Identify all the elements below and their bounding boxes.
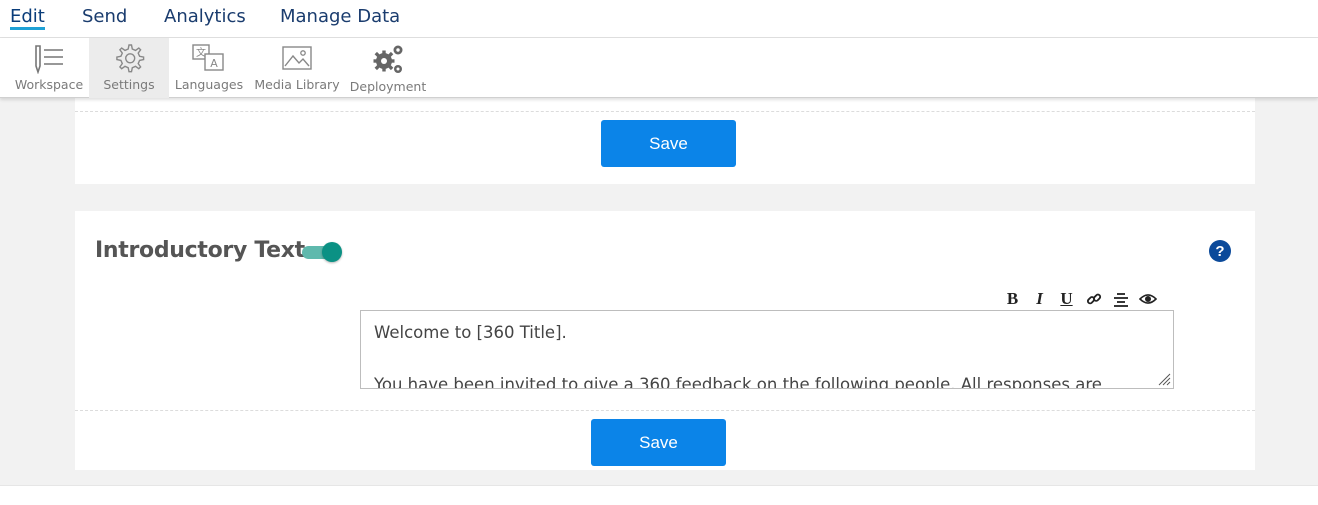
toolbar-media-library[interactable]: Media Library [254, 38, 340, 98]
save-button[interactable]: Save [601, 120, 736, 167]
bold-button[interactable]: B [1003, 289, 1022, 309]
help-icon[interactable]: ? [1209, 240, 1231, 262]
toolbar-label: Workspace [14, 77, 84, 92]
menu-manage-data[interactable]: Manage Data [280, 6, 400, 27]
save-button[interactable]: Save [591, 419, 726, 466]
top-menu: Edit Send Analytics Manage Data [0, 0, 1318, 38]
introductory-text-card: Introductory Text ? B I U Welcome to [36… [75, 211, 1255, 470]
underline-button[interactable]: U [1057, 289, 1076, 309]
divider [75, 410, 1255, 411]
toolbar-languages[interactable]: 文 A Languages [170, 38, 248, 98]
toolbar-settings[interactable]: Settings [89, 38, 169, 98]
toolbar-label: Deployment [349, 79, 427, 94]
toolbar-deployment[interactable]: Deployment [348, 38, 428, 98]
workspace-icon [35, 45, 63, 74]
svg-text:A: A [210, 57, 218, 70]
editor-line: Welcome to [360 Title]. [374, 323, 567, 342]
italic-button[interactable]: I [1030, 289, 1049, 309]
gears-icon [373, 45, 403, 73]
toggle-knob [322, 242, 342, 262]
settings-card-previous: Save [75, 98, 1255, 184]
translate-icon: 文 A [192, 44, 224, 71]
section-title: Introductory Text [95, 238, 305, 263]
editor-blank-line [374, 346, 1102, 372]
icon-toolbar: Workspace Settings 文 A Languages Media L… [0, 38, 1318, 98]
resize-handle-icon[interactable] [1157, 372, 1171, 386]
editor-toolbar: B I U [1003, 289, 1157, 309]
toolbar-label: Languages [174, 77, 244, 92]
image-icon [282, 46, 312, 70]
menu-send[interactable]: Send [82, 6, 127, 27]
menu-edit[interactable]: Edit [10, 6, 45, 30]
introductory-text-editor[interactable]: Welcome to [360 Title]. You have been in… [360, 310, 1174, 389]
introductory-text-toggle[interactable] [300, 242, 342, 262]
menu-analytics[interactable]: Analytics [164, 6, 246, 27]
editor-line: You have been invited to give a 360 feed… [374, 375, 1102, 389]
toolbar-label: Media Library [254, 77, 340, 92]
preview-eye-icon[interactable] [1138, 292, 1157, 306]
toolbar-label: Settings [103, 77, 155, 92]
link-icon[interactable] [1084, 291, 1103, 307]
align-center-icon[interactable] [1111, 291, 1130, 307]
divider [75, 111, 1255, 112]
page-footer [0, 485, 1318, 505]
editor-content: Welcome to [360 Title]. You have been in… [374, 320, 1102, 389]
settings-content: Save Introductory Text ? B I U Welcome t… [0, 98, 1318, 485]
toolbar-workspace[interactable]: Workspace [10, 38, 88, 98]
gear-icon [116, 44, 145, 73]
